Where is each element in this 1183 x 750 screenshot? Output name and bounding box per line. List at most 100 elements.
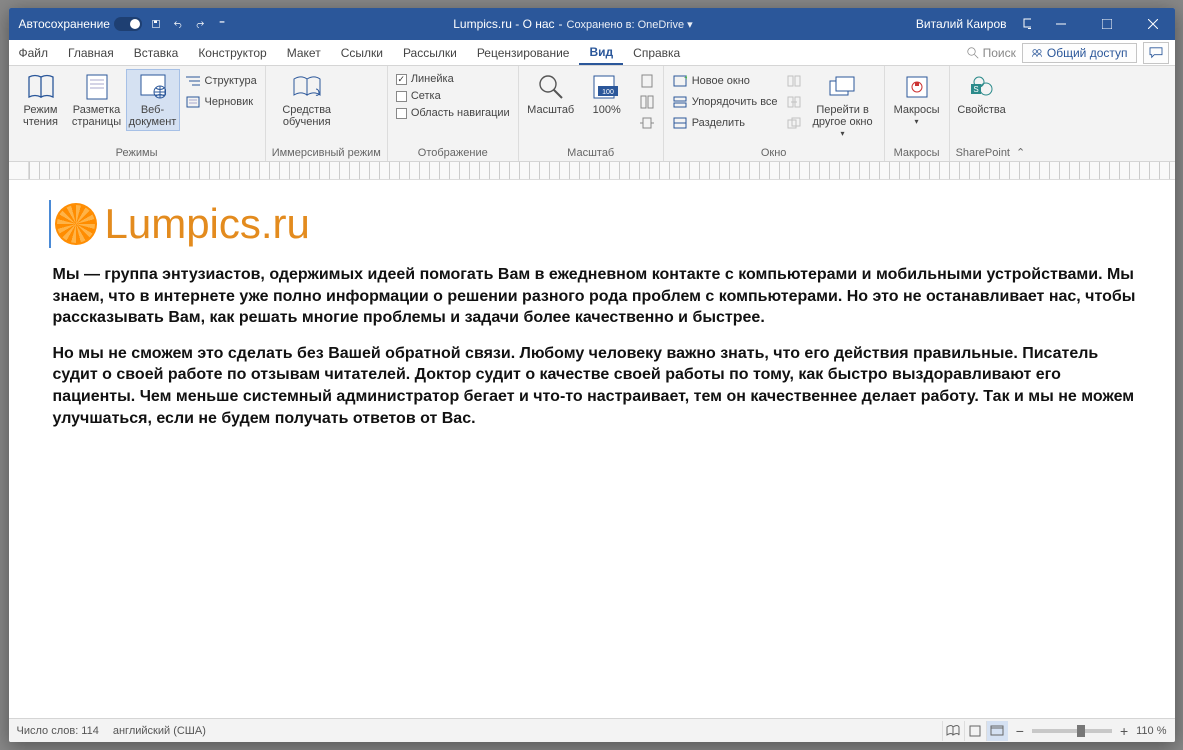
learning-icon bbox=[291, 72, 323, 102]
ribbon-tabs: Файл Главная Вставка Конструктор Макет С… bbox=[9, 40, 1175, 66]
save-icon[interactable] bbox=[148, 16, 164, 32]
reset-pos-icon bbox=[786, 115, 802, 131]
zoom-100-button[interactable]: 100 100% bbox=[581, 70, 633, 118]
learning-tools-button[interactable]: Средства обучения bbox=[272, 70, 342, 130]
web-layout-button[interactable]: Веб-документ bbox=[127, 70, 179, 130]
tab-view[interactable]: Вид bbox=[579, 40, 623, 65]
tab-insert[interactable]: Вставка bbox=[124, 40, 189, 65]
tab-home[interactable]: Главная bbox=[58, 40, 124, 65]
sync-scroll-icon bbox=[786, 94, 802, 110]
group-zoom: Масштаб 100 100% Масштаб bbox=[519, 66, 664, 161]
tab-file[interactable]: Файл bbox=[9, 40, 59, 65]
orange-logo-icon bbox=[55, 203, 97, 245]
sharepoint-icon: S bbox=[966, 72, 998, 102]
macros-icon bbox=[901, 72, 933, 102]
split-button[interactable]: Разделить bbox=[670, 114, 780, 132]
page-width-icon bbox=[639, 115, 655, 131]
properties-button[interactable]: S Свойства bbox=[956, 70, 1008, 118]
outline-icon bbox=[185, 73, 201, 89]
side-by-side-button[interactable] bbox=[784, 72, 804, 90]
tab-design[interactable]: Конструктор bbox=[188, 40, 276, 65]
ruler-checkbox[interactable]: ✓Линейка bbox=[394, 72, 512, 86]
one-page-button[interactable] bbox=[637, 72, 657, 90]
tab-review[interactable]: Рецензирование bbox=[467, 40, 580, 65]
side-by-side-icon bbox=[786, 73, 802, 89]
multi-page-button[interactable] bbox=[637, 93, 657, 111]
qat-dropdown-icon[interactable]: ⁼ bbox=[214, 16, 230, 32]
group-sharepoint: S Свойства SharePoint bbox=[950, 66, 1016, 161]
group-modes: Режим чтения Разметка страницы Веб-докум… bbox=[9, 66, 266, 161]
one-page-icon bbox=[639, 73, 655, 89]
zoom-slider[interactable] bbox=[1032, 729, 1112, 733]
print-layout-button[interactable]: Разметка страницы bbox=[71, 70, 123, 130]
svg-text:100: 100 bbox=[602, 89, 614, 96]
outline-button[interactable]: Структура bbox=[183, 72, 259, 90]
hundred-percent-icon: 100 bbox=[591, 72, 623, 102]
redo-icon[interactable] bbox=[192, 16, 208, 32]
tab-help[interactable]: Справка bbox=[623, 40, 690, 65]
switch-window-icon bbox=[827, 72, 859, 102]
web-view-button[interactable] bbox=[986, 721, 1008, 741]
page-icon bbox=[81, 72, 113, 102]
comments-button[interactable] bbox=[1143, 42, 1169, 64]
checkbox-icon bbox=[396, 108, 407, 119]
web-page-icon bbox=[137, 72, 169, 102]
print-view-button[interactable] bbox=[964, 721, 986, 741]
document-area[interactable]: Lumpics.ru Мы — группа энтузиастов, одер… bbox=[9, 180, 1175, 718]
group-macros: Макросы▾ Макросы bbox=[885, 66, 950, 161]
tab-references[interactable]: Ссылки bbox=[331, 40, 393, 65]
switch-window-button[interactable]: Перейти в другое окно▾ bbox=[808, 70, 878, 141]
close-button[interactable] bbox=[1133, 8, 1173, 40]
checkbox-icon bbox=[396, 91, 407, 102]
arrange-all-button[interactable]: Упорядочить все bbox=[670, 93, 780, 111]
page-title: Lumpics.ru bbox=[105, 200, 310, 248]
read-view-button[interactable] bbox=[942, 721, 964, 741]
new-window-button[interactable]: +Новое окно bbox=[670, 72, 780, 90]
paragraph-2: Но мы не сможем это сделать без Вашей об… bbox=[53, 343, 1147, 429]
group-show: ✓Линейка Сетка Область навигации Отображ… bbox=[388, 66, 519, 161]
titlebar: Автосохранение ⁼ Lumpics.ru - О нас - Со… bbox=[9, 8, 1175, 40]
magnifier-icon bbox=[535, 72, 567, 102]
autosave-toggle[interactable]: Автосохранение bbox=[19, 17, 142, 31]
arrange-icon bbox=[672, 94, 688, 110]
sync-scroll-button[interactable] bbox=[784, 93, 804, 111]
zoom-level[interactable]: 110 % bbox=[1136, 725, 1166, 737]
gridlines-checkbox[interactable]: Сетка bbox=[394, 89, 512, 103]
checkbox-checked-icon: ✓ bbox=[396, 74, 407, 85]
ruler[interactable] bbox=[9, 162, 1175, 180]
zoom-in-button[interactable]: + bbox=[1120, 723, 1128, 739]
ribbon-display-icon[interactable] bbox=[1019, 16, 1035, 32]
statusbar: Число слов: 114 английский (США) − + 110… bbox=[9, 718, 1175, 742]
split-icon bbox=[672, 115, 688, 131]
app-window: Автосохранение ⁼ Lumpics.ru - О нас - Со… bbox=[9, 8, 1175, 742]
undo-icon[interactable] bbox=[170, 16, 186, 32]
share-button[interactable]: Общий доступ bbox=[1022, 43, 1137, 63]
group-immersive: Средства обучения Иммерсивный режим bbox=[266, 66, 388, 161]
minimize-button[interactable] bbox=[1041, 8, 1081, 40]
paragraph-1: Мы — группа энтузиастов, одержимых идеей… bbox=[53, 264, 1147, 329]
word-count[interactable]: Число слов: 114 bbox=[17, 725, 99, 737]
collapse-ribbon-button[interactable]: ⌃ bbox=[1016, 146, 1033, 161]
zoom-out-button[interactable]: − bbox=[1016, 723, 1024, 739]
macros-button[interactable]: Макросы▾ bbox=[891, 70, 943, 129]
maximize-button[interactable] bbox=[1087, 8, 1127, 40]
multi-page-icon bbox=[639, 94, 655, 110]
user-name[interactable]: Виталий Каиров bbox=[916, 17, 1013, 31]
draft-button[interactable]: Черновик bbox=[183, 93, 259, 111]
ribbon: Режим чтения Разметка страницы Веб-докум… bbox=[9, 66, 1175, 162]
new-window-icon: + bbox=[672, 73, 688, 89]
zoom-button[interactable]: Масштаб bbox=[525, 70, 577, 118]
read-mode-button[interactable]: Режим чтения bbox=[15, 70, 67, 130]
reset-position-button[interactable] bbox=[784, 114, 804, 132]
group-window: +Новое окно Упорядочить все Разделить Пе… bbox=[664, 66, 885, 161]
draft-icon bbox=[185, 94, 201, 110]
search-box[interactable]: Поиск bbox=[967, 46, 1016, 60]
svg-text:+: + bbox=[684, 75, 687, 82]
tab-mailings[interactable]: Рассылки bbox=[393, 40, 467, 65]
language-indicator[interactable]: английский (США) bbox=[113, 725, 206, 737]
navpane-checkbox[interactable]: Область навигации bbox=[394, 106, 512, 120]
autosave-label: Автосохранение bbox=[19, 17, 110, 31]
page-width-button[interactable] bbox=[637, 114, 657, 132]
tab-layout[interactable]: Макет bbox=[277, 40, 331, 65]
doc-title: Lumpics.ru - О нас bbox=[453, 17, 554, 31]
